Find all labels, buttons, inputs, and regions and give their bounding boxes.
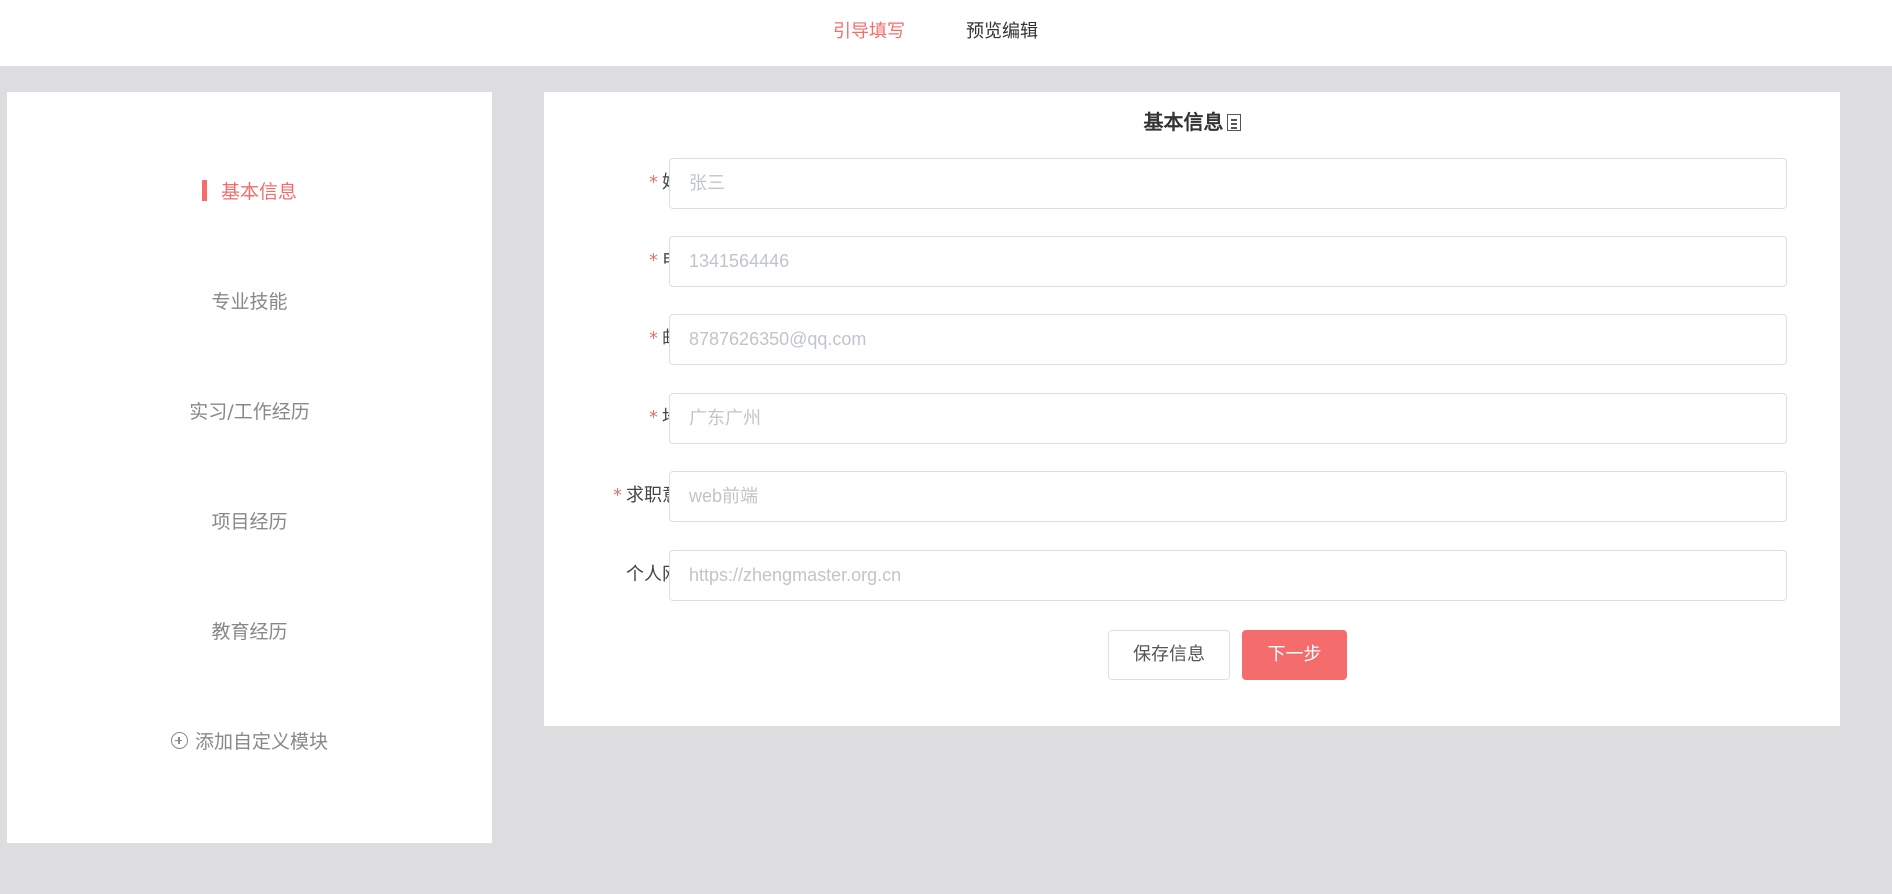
sidebar-item-label: 教育经历: [211, 621, 288, 643]
sidebar-item-work-experience[interactable]: 实习/工作经历: [7, 399, 492, 425]
add-module-label: 添加自定义模块: [194, 731, 328, 753]
website-input[interactable]: [669, 550, 1787, 601]
basic-info-form: 基本信息 *姓名 *电话 *邮箱 *地址 *求职意志 个人网站 保存信息 下一步: [544, 92, 1840, 726]
section-title-text: 基本信息: [1143, 110, 1224, 134]
sidebar-item-education[interactable]: 教育经历: [7, 619, 492, 645]
next-step-button[interactable]: 下一步: [1242, 630, 1347, 680]
job-intention-input[interactable]: [669, 471, 1787, 522]
name-input[interactable]: [669, 158, 1787, 209]
form-row-phone: *电话: [544, 236, 1840, 287]
required-marker: *: [649, 172, 658, 193]
section-title: 基本信息: [544, 108, 1840, 136]
required-marker: *: [649, 250, 658, 271]
phone-input[interactable]: [669, 236, 1787, 287]
email-input[interactable]: [669, 314, 1787, 365]
address-input[interactable]: [669, 393, 1787, 444]
form-row-address: *地址: [544, 393, 1840, 444]
sidebar-item-label: 基本信息: [220, 181, 297, 203]
sidebar-item-projects[interactable]: 项目经历: [7, 509, 492, 535]
top-navigation: 引导填写 预览编辑: [0, 0, 1892, 66]
required-marker: *: [613, 485, 622, 506]
active-indicator: [201, 180, 207, 201]
required-marker: *: [649, 328, 658, 349]
required-marker: *: [649, 407, 658, 428]
form-row-name: *姓名: [544, 158, 1840, 209]
form-row-job-intention: * 求职意志: [544, 471, 1840, 522]
sidebar-item-label: 实习/工作经历: [189, 401, 310, 423]
form-row-website: 个人网站: [544, 550, 1840, 601]
sidebar-item-label: 专业技能: [211, 291, 288, 313]
sidebar-item-label: 项目经历: [211, 511, 288, 533]
tab-preview-edit[interactable]: 预览编辑: [966, 20, 1038, 44]
sidebar-item-basic-info[interactable]: 基本信息: [7, 179, 492, 205]
plus-circle-icon: [170, 732, 188, 749]
save-info-button[interactable]: 保存信息: [1108, 630, 1230, 680]
sidebar-item-skills[interactable]: 专业技能: [7, 289, 492, 315]
tab-guided-fill[interactable]: 引导填写: [833, 20, 905, 44]
sidebar: 基本信息 专业技能 实习/工作经历 项目经历 教育经历 添加自定义模块: [7, 92, 492, 843]
add-custom-module-button[interactable]: 添加自定义模块: [7, 729, 492, 755]
form-row-email: *邮箱: [544, 314, 1840, 365]
document-icon: [1226, 114, 1241, 131]
